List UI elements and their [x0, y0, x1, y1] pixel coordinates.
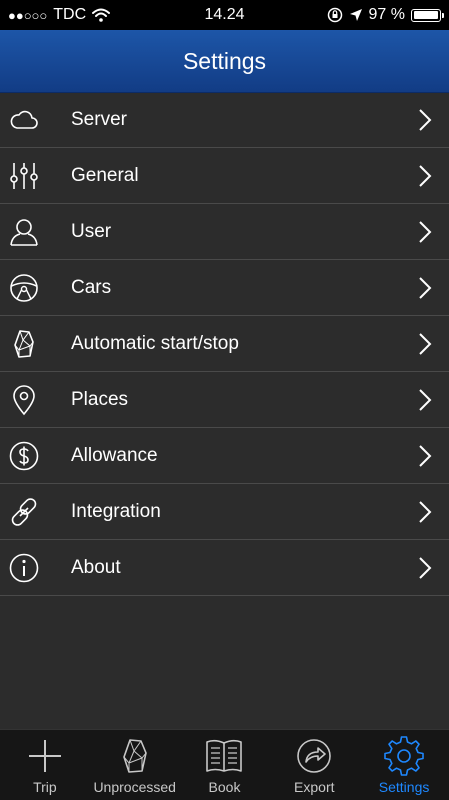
settings-row-about[interactable]: About [0, 540, 449, 596]
chevron-right-icon [419, 221, 432, 243]
beacon-icon [122, 739, 147, 773]
tab-trip[interactable]: Trip [0, 730, 90, 800]
navigation-bar: Settings [0, 30, 449, 93]
chevron-right-icon [419, 333, 432, 355]
user-icon [10, 219, 38, 246]
plus-icon [28, 740, 61, 772]
settings-row-label: User [71, 220, 112, 242]
battery-icon [411, 8, 444, 22]
settings-row-allowance[interactable]: Allowance [0, 428, 449, 484]
tab-book[interactable]: Book [180, 730, 270, 800]
tab-unprocessed[interactable]: Unprocessed [90, 730, 180, 800]
book-icon [206, 739, 243, 772]
page-title: Settings [182, 47, 267, 74]
settings-list: Server General User Cars Automatic start… [0, 92, 449, 596]
tab-label: Settings [378, 779, 430, 795]
battery-percent: 97 % [368, 6, 405, 23]
dollar-icon [9, 441, 39, 471]
settings-row-user[interactable]: User [0, 204, 449, 260]
settings-row-label: Server [71, 108, 127, 130]
gear-icon [384, 736, 424, 776]
tab-label: Trip [33, 779, 57, 795]
chevron-right-icon [419, 165, 432, 187]
tab-export[interactable]: Export [269, 730, 359, 800]
settings-row-label: General [71, 164, 139, 186]
chevron-right-icon [419, 501, 432, 523]
chevron-right-icon [419, 557, 432, 579]
battery-fill [413, 11, 438, 19]
location-arrow-icon [349, 9, 362, 21]
settings-row-places[interactable]: Places [0, 372, 449, 428]
settings-row-integration[interactable]: Integration [0, 484, 449, 540]
tab-label: Export [294, 779, 335, 795]
cloud-icon [10, 110, 38, 129]
tab-settings[interactable]: Settings [359, 730, 449, 800]
settings-row-label: Automatic start/stop [71, 332, 239, 354]
link-icon [11, 498, 37, 526]
tab-label: Unprocessed [93, 779, 176, 795]
beacon-icon [14, 330, 34, 358]
export-icon [297, 739, 332, 773]
settings-row-label: Allowance [71, 444, 158, 466]
chevron-right-icon [419, 109, 432, 131]
status-right: 97 % [327, 6, 444, 24]
settings-row-label: About [71, 556, 121, 578]
chevron-right-icon [419, 389, 432, 411]
settings-row-server[interactable]: Server [0, 92, 449, 148]
status-bar: ●●○○○ TDC 14.24 97 % [0, 0, 449, 30]
info-icon [9, 553, 39, 583]
settings-row-general[interactable]: General [0, 148, 449, 204]
settings-row-cars[interactable]: Cars [0, 260, 449, 316]
settings-row-label: Integration [71, 500, 161, 522]
tab-bar: Trip Unprocessed Book Export Settings [0, 729, 449, 800]
rotation-lock-icon [327, 7, 342, 23]
settings-row-automatic-start-stop[interactable]: Automatic start/stop [0, 316, 449, 372]
chevron-right-icon [419, 277, 432, 299]
tab-label: Book [208, 779, 241, 795]
chevron-right-icon [419, 445, 432, 467]
settings-row-label: Cars [71, 276, 112, 298]
steering-wheel-icon [10, 274, 38, 302]
map-pin-icon [13, 385, 35, 416]
sliders-icon [10, 163, 38, 189]
settings-row-label: Places [71, 388, 129, 410]
